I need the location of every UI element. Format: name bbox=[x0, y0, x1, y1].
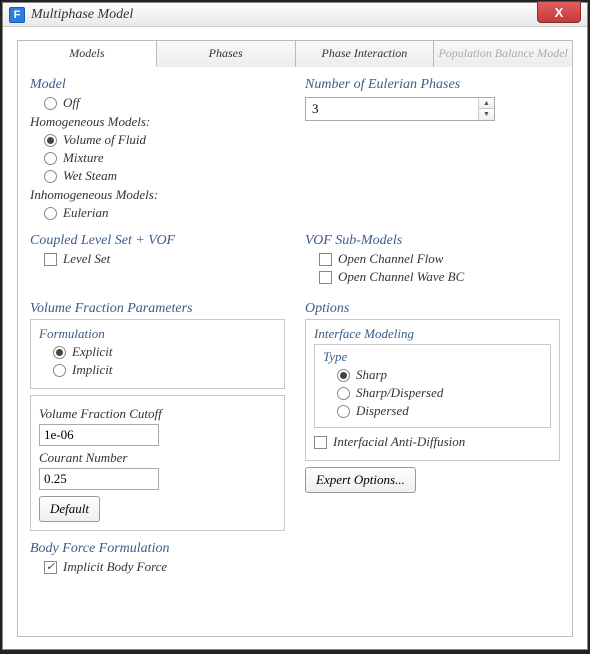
phases-count-spinner[interactable]: ▲ ▼ bbox=[305, 97, 495, 121]
radio-label: Sharp/Dispersed bbox=[356, 385, 443, 401]
check-open-channel-wave[interactable]: Open Channel Wave BC bbox=[319, 269, 560, 285]
checkbox-label: Implicit Body Force bbox=[63, 559, 167, 575]
checkbox-icon bbox=[314, 436, 327, 449]
body-force-heading: Body Force Formulation bbox=[30, 541, 560, 557]
type-heading: Type bbox=[323, 349, 542, 365]
tab-population-balance: Population Balance Model bbox=[434, 40, 573, 67]
radio-icon bbox=[44, 97, 57, 110]
vof-sub-heading: VOF Sub-Models bbox=[305, 233, 560, 249]
radio-icon bbox=[337, 405, 350, 418]
close-button[interactable]: X bbox=[537, 1, 581, 23]
options-heading: Options bbox=[305, 301, 560, 317]
courant-input[interactable] bbox=[39, 468, 159, 490]
radio-mixture[interactable]: Mixture bbox=[44, 150, 285, 166]
radio-icon bbox=[53, 346, 66, 359]
checkbox-icon bbox=[319, 271, 332, 284]
default-button[interactable]: Default bbox=[39, 496, 100, 522]
radio-icon bbox=[44, 207, 57, 220]
checkbox-label: Open Channel Wave BC bbox=[338, 269, 464, 285]
radio-icon bbox=[44, 134, 57, 147]
spinner-buttons: ▲ ▼ bbox=[478, 98, 494, 120]
checkbox-label: Open Channel Flow bbox=[338, 251, 443, 267]
app-icon: F bbox=[9, 7, 25, 23]
spin-down-icon[interactable]: ▼ bbox=[479, 109, 494, 120]
radio-eulerian[interactable]: Eulerian bbox=[44, 205, 285, 221]
expert-options-button[interactable]: Expert Options... bbox=[305, 467, 416, 493]
check-level-set[interactable]: Level Set bbox=[44, 251, 285, 267]
check-implicit-body-force[interactable]: Implicit Body Force bbox=[44, 559, 560, 575]
radio-icon bbox=[44, 170, 57, 183]
cutoff-input[interactable] bbox=[39, 424, 159, 446]
radio-label: Off bbox=[63, 95, 80, 111]
radio-label: Implicit bbox=[72, 362, 112, 378]
radio-label: Sharp bbox=[356, 367, 387, 383]
cutoff-group: Volume Fraction Cutoff Courant Number De… bbox=[30, 395, 285, 531]
radio-off[interactable]: Off bbox=[44, 95, 285, 111]
phases-count-heading: Number of Eulerian Phases bbox=[305, 77, 560, 93]
tab-phase-interaction[interactable]: Phase Interaction bbox=[296, 40, 435, 67]
formulation-heading: Formulation bbox=[39, 326, 276, 342]
radio-label: Explicit bbox=[72, 344, 112, 360]
radio-icon bbox=[53, 364, 66, 377]
radio-dispersed[interactable]: Dispersed bbox=[337, 403, 542, 419]
vfp-heading: Volume Fraction Parameters bbox=[30, 301, 285, 317]
models-panel: Model Off Homogeneous Models: Volume of … bbox=[17, 67, 573, 637]
interface-heading: Interface Modeling bbox=[314, 326, 551, 342]
radio-label: Wet Steam bbox=[63, 168, 117, 184]
tab-models[interactable]: Models bbox=[17, 40, 157, 67]
radio-vof[interactable]: Volume of Fluid bbox=[44, 132, 285, 148]
check-anti-diffusion[interactable]: Interfacial Anti-Diffusion bbox=[314, 434, 551, 450]
phases-count-input[interactable] bbox=[306, 99, 478, 119]
radio-label: Eulerian bbox=[63, 205, 109, 221]
content-area: Models Phases Phase Interaction Populati… bbox=[3, 27, 587, 649]
checkbox-label: Level Set bbox=[63, 251, 110, 267]
radio-sharp-dispersed[interactable]: Sharp/Dispersed bbox=[337, 385, 542, 401]
radio-icon bbox=[337, 369, 350, 382]
radio-wet-steam[interactable]: Wet Steam bbox=[44, 168, 285, 184]
interface-group: Interface Modeling Type Sharp Sha bbox=[305, 319, 560, 461]
checkbox-icon bbox=[44, 561, 57, 574]
radio-label: Dispersed bbox=[356, 403, 409, 419]
radio-label: Mixture bbox=[63, 150, 104, 166]
courant-label: Courant Number bbox=[39, 450, 276, 466]
radio-label: Volume of Fluid bbox=[63, 132, 146, 148]
checkbox-label: Interfacial Anti-Diffusion bbox=[333, 434, 465, 450]
cutoff-label: Volume Fraction Cutoff bbox=[39, 406, 276, 422]
model-heading: Model bbox=[30, 77, 285, 93]
radio-icon bbox=[337, 387, 350, 400]
type-group: Type Sharp Sharp/Dispersed bbox=[314, 344, 551, 428]
multiphase-model-dialog: F Multiphase Model X Models Phases Phase… bbox=[2, 2, 588, 650]
homogeneous-label: Homogeneous Models: bbox=[30, 114, 285, 130]
radio-explicit[interactable]: Explicit bbox=[53, 344, 276, 360]
spin-up-icon[interactable]: ▲ bbox=[479, 98, 494, 109]
inhomogeneous-label: Inhomogeneous Models: bbox=[30, 187, 285, 203]
checkbox-icon bbox=[319, 253, 332, 266]
formulation-group: Formulation Explicit Implicit bbox=[30, 319, 285, 389]
radio-implicit[interactable]: Implicit bbox=[53, 362, 276, 378]
titlebar: F Multiphase Model X bbox=[3, 3, 587, 27]
coupled-heading: Coupled Level Set + VOF bbox=[30, 233, 285, 249]
check-open-channel[interactable]: Open Channel Flow bbox=[319, 251, 560, 267]
checkbox-icon bbox=[44, 253, 57, 266]
tab-bar: Models Phases Phase Interaction Populati… bbox=[17, 39, 573, 67]
radio-sharp[interactable]: Sharp bbox=[337, 367, 542, 383]
tab-phases[interactable]: Phases bbox=[157, 40, 296, 67]
window-title: Multiphase Model bbox=[31, 7, 133, 23]
radio-icon bbox=[44, 152, 57, 165]
